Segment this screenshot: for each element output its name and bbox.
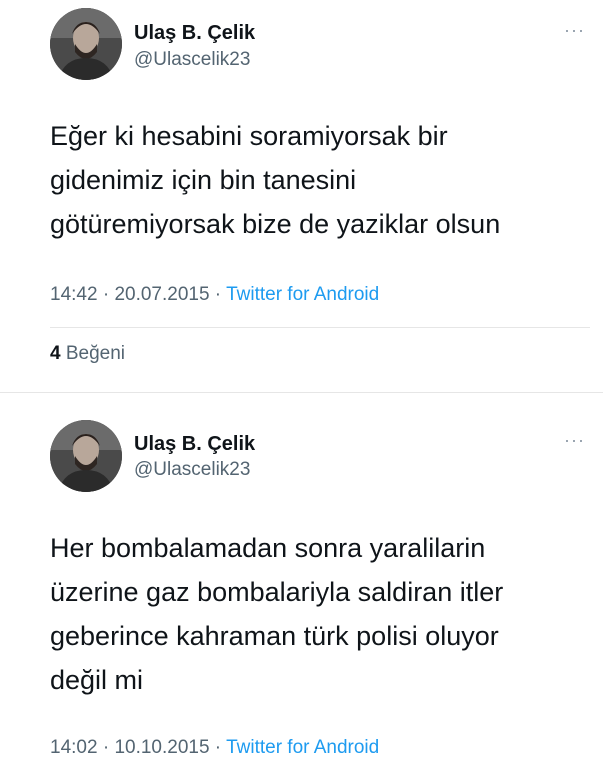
meta-separator: · (97, 737, 115, 758)
tweet-text: Her bombalamadan sonra yaralilarin üzeri… (50, 526, 590, 702)
tweet-text-line: geberince kahraman türk polisi oluyor (50, 621, 499, 651)
user-handle[interactable]: @Ulascelik23 (134, 459, 250, 481)
tweet-meta: 14:02 · 10.10.2015 · Twitter for Android (50, 737, 379, 759)
tweet-time[interactable]: 14:02 (50, 737, 98, 758)
more-options-icon[interactable]: ··· (564, 430, 585, 451)
tweet-text-line: değil mi (50, 665, 144, 695)
meta-separator: · (209, 737, 227, 758)
user-name[interactable]: Ulaş B. Çelik (134, 433, 255, 456)
avatar[interactable] (50, 420, 122, 492)
tweet-text-line: üzerine gaz bombalariyla saldiran itler (50, 577, 504, 607)
tweet-text-line: Her bombalamadan sonra yaralilarin (50, 533, 486, 563)
tweet-date[interactable]: 10.10.2015 (114, 737, 209, 758)
tweet-source-link[interactable]: Twitter for Android (226, 737, 379, 758)
